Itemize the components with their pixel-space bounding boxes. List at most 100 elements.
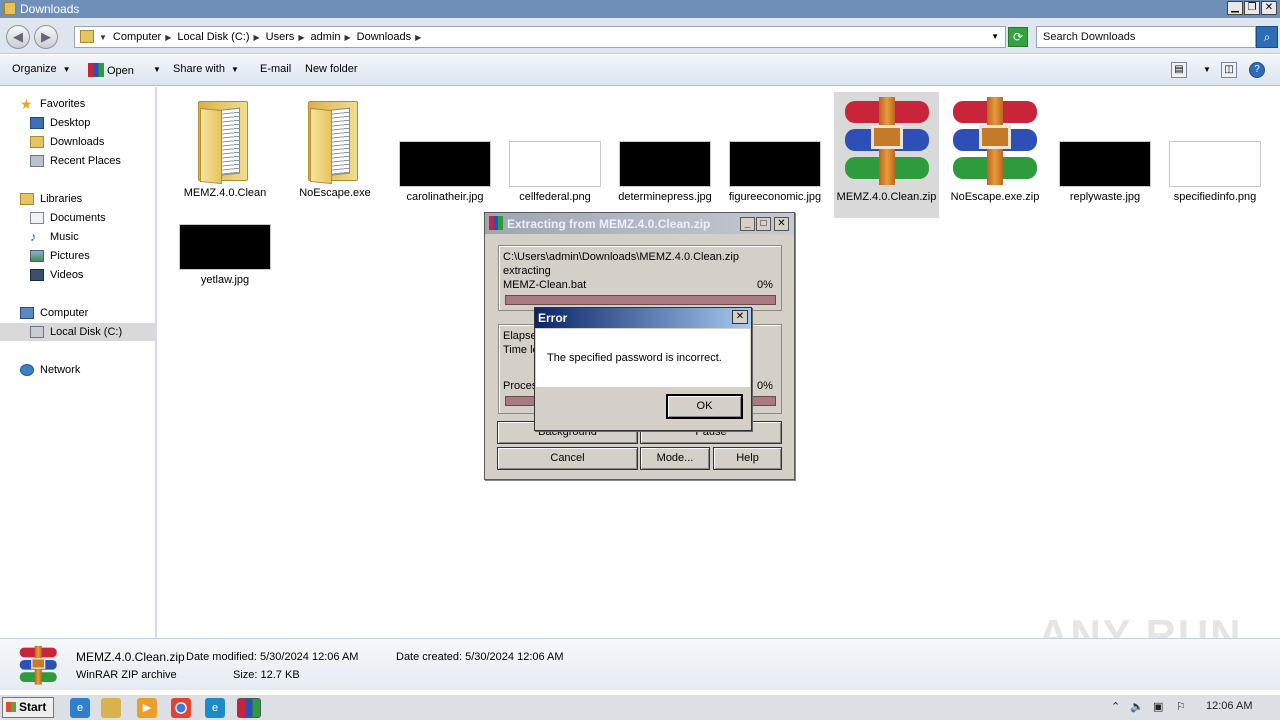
breadcrumb-computer[interactable]: Computer <box>113 31 161 43</box>
drive-icon <box>30 326 44 338</box>
sidebar-item-label: Downloads <box>50 136 105 148</box>
help-icon[interactable]: ? <box>1249 62 1265 78</box>
maximize-button[interactable]: ❐ <box>1244 1 1260 15</box>
sidebar-item-label: Computer <box>40 307 89 319</box>
file-item-image[interactable]: determinepress.jpg <box>612 95 718 204</box>
new-folder-button[interactable]: New folder <box>305 63 358 75</box>
tray-expand-icon[interactable]: ⌃ <box>1111 700 1120 713</box>
close-button[interactable]: ✕ <box>774 217 789 231</box>
internet-explorer-icon[interactable]: e <box>70 698 90 718</box>
breadcrumb: ▼ Computer ▶ Local Disk (C:) ▶ Users ▶ a… <box>99 31 427 43</box>
chevron-down-icon[interactable]: ▼ <box>99 33 107 42</box>
navigation-pane: ★ Favorites Desktop Downloads Recent Plac… <box>0 87 157 638</box>
file-item-image[interactable]: cellfederal.png <box>502 95 608 204</box>
winrar-taskbar-icon[interactable] <box>237 698 261 718</box>
winrar-archive-icon <box>18 645 57 685</box>
clock[interactable]: 12:06 AM <box>1206 700 1252 712</box>
sidebar-item-desktop[interactable]: Desktop <box>30 117 90 129</box>
network-tray-icon[interactable]: ▣ <box>1153 700 1163 713</box>
file-percent: 0% <box>757 279 773 291</box>
file-item-image[interactable]: replywaste.jpg <box>1052 95 1158 204</box>
file-item-image[interactable]: yetlaw.jpg <box>172 178 278 287</box>
file-name: replywaste.jpg <box>1069 191 1141 203</box>
sidebar-item-computer[interactable]: Computer <box>20 307 88 319</box>
sidebar-item-label: Recent Places <box>50 155 121 167</box>
file-item-image[interactable]: carolinatheir.jpg <box>392 95 498 204</box>
file-item-image[interactable]: figureeconomic.jpg <box>722 95 828 204</box>
media-player-icon[interactable]: ▶ <box>137 698 157 718</box>
chevron-right-icon[interactable]: ▶ <box>165 33 171 42</box>
chevron-right-icon[interactable]: ▶ <box>415 33 421 42</box>
search-icon[interactable]: ⌕ <box>1256 26 1278 48</box>
videos-icon <box>30 269 44 281</box>
address-bar[interactable]: ▼ Computer ▶ Local Disk (C:) ▶ Users ▶ a… <box>74 26 1006 48</box>
change-view-icon[interactable]: ▤ <box>1171 62 1187 78</box>
sidebar-item-local-disk[interactable]: Local Disk (C:) <box>0 323 155 341</box>
open-dropdown-button[interactable]: ▼ <box>147 63 161 75</box>
help-button[interactable]: Help <box>713 447 782 470</box>
action-center-flag-icon[interactable]: ⚐ <box>1176 700 1186 713</box>
minimize-button[interactable]: _ <box>740 217 755 231</box>
breadcrumb-admin[interactable]: admin <box>311 31 341 43</box>
star-icon: ★ <box>20 96 33 112</box>
email-button[interactable]: E-mail <box>260 63 291 75</box>
address-dropdown-icon[interactable]: ▼ <box>991 32 999 41</box>
file-item-image[interactable]: specifiedinfo.png <box>1162 95 1268 204</box>
image-thumbnail <box>509 141 601 187</box>
preview-pane-icon[interactable]: ◫ <box>1221 62 1237 78</box>
sidebar-item-downloads[interactable]: Downloads <box>30 136 104 148</box>
file-item-archive-selected[interactable]: MEMZ.4.0.Clean.zip <box>834 92 939 218</box>
close-button[interactable]: ✕ <box>732 310 748 324</box>
taskbar: Start e ▶ e ⌃ 🔈 ▣ ⚐ 12:06 AM <box>0 694 1280 720</box>
chevron-right-icon[interactable]: ▶ <box>254 33 260 42</box>
sidebar-item-label: Desktop <box>50 117 91 129</box>
breadcrumb-downloads[interactable]: Downloads <box>357 31 411 43</box>
start-button[interactable]: Start <box>2 697 54 718</box>
breadcrumb-local-disk[interactable]: Local Disk (C:) <box>177 31 249 43</box>
chevron-right-icon[interactable]: ▶ <box>345 33 351 42</box>
file-item-folder[interactable]: NoEscape.exe <box>282 95 388 200</box>
sidebar-item-music[interactable]: ♪ Music <box>30 230 79 243</box>
window-titlebar: Downloads ▁ ❐ ✕ <box>0 0 1280 18</box>
sidebar-item-favorites[interactable]: ★ Favorites <box>20 96 85 112</box>
cancel-button[interactable]: Cancel <box>497 447 638 470</box>
image-thumbnail <box>1169 141 1261 187</box>
file-explorer-icon[interactable] <box>101 698 121 718</box>
sidebar-item-libraries[interactable]: Libraries <box>20 193 82 205</box>
maximize-button[interactable]: □ <box>756 217 771 231</box>
sidebar-item-documents[interactable]: Documents <box>30 212 106 224</box>
file-name: MEMZ.4.0.Clean.zip <box>836 191 937 203</box>
chrome-icon[interactable] <box>171 698 191 718</box>
volume-icon[interactable]: 🔈 <box>1130 700 1144 713</box>
organize-label: Organize <box>12 63 57 75</box>
folder-icon <box>4 2 16 15</box>
refresh-button[interactable]: ⟳ <box>1008 27 1028 47</box>
computer-icon <box>20 307 34 319</box>
mode-button[interactable]: Mode... <box>640 447 710 470</box>
organize-button[interactable]: Organize ▼ <box>12 63 71 75</box>
close-button[interactable]: ✕ <box>1261 1 1277 15</box>
winrar-archive-icon <box>949 95 1041 187</box>
breadcrumb-users[interactable]: Users <box>266 31 295 43</box>
details-size: Size: 12.7 KB <box>233 669 300 681</box>
open-button[interactable]: Open <box>88 63 134 77</box>
open-label: Open <box>107 65 134 77</box>
ok-button[interactable]: OK <box>667 395 742 418</box>
sidebar-item-label: Documents <box>50 212 106 224</box>
sidebar-item-network[interactable]: Network <box>20 364 80 376</box>
search-input[interactable]: Search Downloads <box>1036 26 1256 48</box>
sidebar-item-label: Pictures <box>50 250 90 262</box>
file-item-archive[interactable]: NoEscape.exe.zip <box>942 95 1048 204</box>
error-message: The specified password is incorrect. <box>547 352 722 364</box>
forward-button[interactable]: ▶ <box>34 25 58 49</box>
sidebar-item-recent-places[interactable]: Recent Places <box>30 155 121 167</box>
back-button[interactable]: ◀ <box>6 25 30 49</box>
chevron-down-icon: ▼ <box>230 65 239 74</box>
chevron-right-icon[interactable]: ▶ <box>298 33 304 42</box>
sidebar-item-videos[interactable]: Videos <box>30 269 83 281</box>
minimize-button[interactable]: ▁ <box>1227 1 1243 15</box>
share-with-button[interactable]: Share with ▼ <box>173 63 239 75</box>
sidebar-item-pictures[interactable]: Pictures <box>30 250 90 262</box>
edge-icon[interactable]: e <box>205 698 225 718</box>
view-dropdown-icon[interactable]: ▼ <box>1197 63 1211 75</box>
